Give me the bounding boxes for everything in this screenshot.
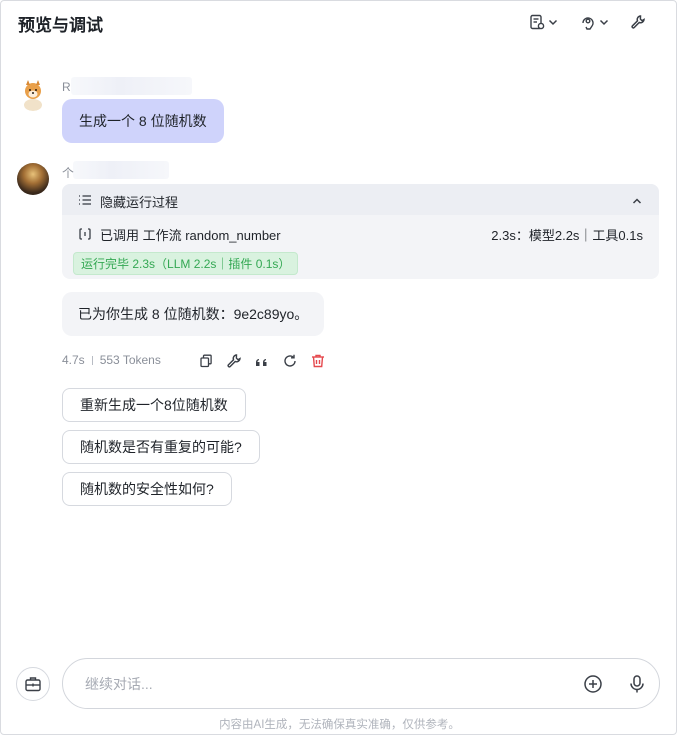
plus-circle-icon bbox=[584, 675, 602, 693]
regenerate-button[interactable] bbox=[282, 353, 298, 369]
bot-avatar bbox=[17, 163, 49, 195]
hide-process-toggle[interactable]: 隐藏运行过程 bbox=[62, 184, 659, 215]
bot-message-bubble: 已为你生成 8 位随机数：9e2c89yo。 bbox=[62, 292, 325, 336]
chat-input[interactable] bbox=[85, 672, 565, 696]
settings-doc-icon bbox=[529, 14, 545, 30]
token-count: 553 Tokens bbox=[99, 353, 161, 367]
settings-dropdown[interactable] bbox=[529, 11, 559, 33]
suggestion-chip[interactable]: 随机数的安全性如何? bbox=[62, 472, 232, 506]
refresh-icon bbox=[284, 354, 296, 367]
preview-debug-panel: 预览与调试 R 生成一个 8 位随机数 个 隐藏运行过程 已调用 工作流 ran… bbox=[0, 0, 677, 735]
wrench-icon bbox=[227, 354, 241, 368]
chevron-down-icon bbox=[598, 16, 610, 28]
wrench-icon bbox=[630, 14, 646, 30]
delete-icon bbox=[312, 354, 324, 368]
delete-button[interactable] bbox=[310, 353, 326, 369]
debug-icon bbox=[580, 14, 596, 30]
run-complete-badge: 运行完毕 2.3s（LLM 2.2s｜插件 0.1s） bbox=[73, 252, 299, 275]
ai-disclaimer: 内容由AI生成，无法确保真实准确，仅供参考。 bbox=[219, 719, 460, 731]
voice-input-button[interactable] bbox=[626, 673, 648, 695]
debug-dropdown[interactable] bbox=[580, 11, 610, 33]
toolbox-button[interactable] bbox=[16, 667, 50, 701]
debug-tool-button[interactable] bbox=[226, 353, 242, 369]
quote-button[interactable] bbox=[254, 353, 270, 369]
add-attachment-button[interactable] bbox=[582, 673, 604, 695]
chevron-down-icon bbox=[547, 16, 559, 28]
user-avatar bbox=[17, 79, 49, 111]
briefcase-icon bbox=[25, 677, 41, 692]
process-toggle-label: 隐藏运行过程 bbox=[100, 195, 179, 210]
wrench-button[interactable] bbox=[630, 11, 646, 33]
list-icon bbox=[78, 193, 92, 212]
copy-icon bbox=[200, 354, 212, 368]
workflow-call-timing: 2.3s：模型2.2s｜工具0.1s bbox=[491, 228, 643, 243]
microphone-icon bbox=[630, 675, 644, 693]
response-meta: 4.7s 553 Tokens bbox=[62, 353, 161, 369]
quote-icon bbox=[256, 359, 267, 366]
chevron-up-icon bbox=[631, 194, 643, 212]
run-process-card: 隐藏运行过程 已调用 工作流 random_number 2.3s：模型2.2s… bbox=[62, 184, 659, 279]
meta-divider bbox=[91, 356, 93, 365]
suggestion-chip[interactable]: 重新生成一个8位随机数 bbox=[62, 388, 246, 422]
user-message-bubble: 生成一个 8 位随机数 bbox=[62, 99, 224, 143]
suggestion-chip[interactable]: 随机数是否有重复的可能? bbox=[62, 430, 260, 464]
bot-name-blur bbox=[73, 161, 169, 179]
panel-title: 预览与调试 bbox=[18, 16, 103, 35]
chat-input-box bbox=[62, 658, 660, 709]
user-name-blur bbox=[71, 77, 192, 95]
workflow-icon bbox=[78, 227, 92, 244]
workflow-call-text: 已调用 工作流 random_number bbox=[100, 228, 281, 243]
response-duration: 4.7s bbox=[62, 353, 85, 367]
user-name: R bbox=[62, 80, 71, 94]
workflow-call-row: 已调用 工作流 random_number 2.3s：模型2.2s｜工具0.1s bbox=[78, 225, 643, 243]
copy-button[interactable] bbox=[198, 353, 214, 369]
